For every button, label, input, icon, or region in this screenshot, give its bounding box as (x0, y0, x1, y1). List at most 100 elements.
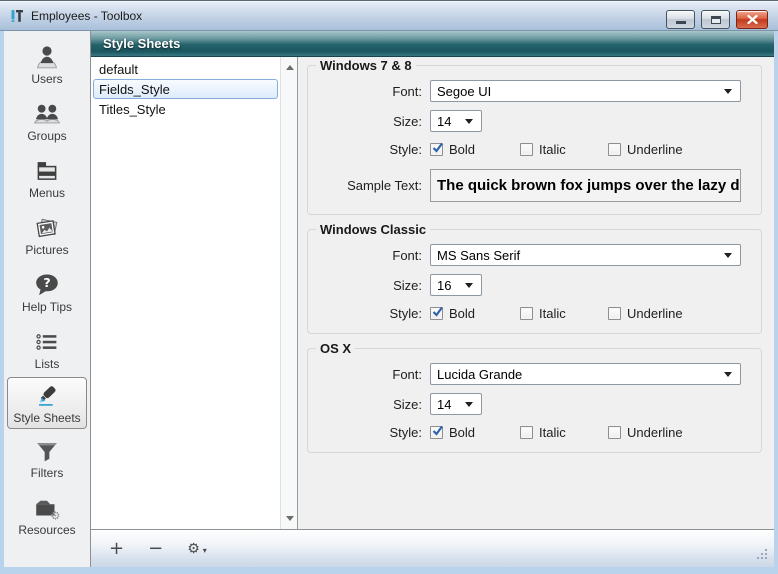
lists-icon (36, 333, 57, 350)
size-label: Size: (393, 277, 422, 293)
size-label: Size: (393, 113, 422, 129)
font-label: Font: (392, 366, 422, 382)
section-os-x: OS X Font: Lucida Grande Size: 14 Style:… (307, 341, 762, 453)
sidebar-item-label: Lists (34, 356, 60, 371)
menus-icon (37, 161, 57, 180)
sidebar-item-resources[interactable]: ⚙ Resources (6, 486, 88, 543)
sidebar-item-help-tips[interactable]: ? Help Tips (6, 263, 88, 320)
window-title: Employees - Toolbox (31, 8, 143, 23)
underline-checkbox[interactable]: Underline (608, 306, 683, 321)
scroll-down-icon (285, 516, 294, 525)
sidebar-item-pictures[interactable]: Pictures (6, 206, 88, 263)
font-label: Font: (392, 247, 422, 263)
style-label: Style: (389, 306, 422, 321)
section-title: OS X (316, 341, 356, 356)
minimize-icon (675, 21, 686, 24)
style-label: Style: (389, 142, 422, 157)
underline-checkbox[interactable]: Underline (608, 142, 683, 157)
bold-checkbox[interactable]: Bold (430, 425, 520, 440)
sidebar-item-label: Pictures (25, 242, 69, 257)
style-label: Style: (389, 425, 422, 440)
minimize-button[interactable] (666, 10, 695, 29)
chevron-down-icon (465, 401, 473, 411)
font-select[interactable]: Lucida Grande (430, 363, 741, 385)
help-tips-icon: ? (36, 274, 58, 295)
bold-checkbox[interactable]: Bold (430, 142, 520, 157)
svg-text:?: ? (43, 275, 50, 290)
panel-title: Style Sheets (103, 36, 181, 51)
app-window: Employees - Toolbox Users Groups Menus P… (0, 0, 778, 574)
sidebar-item-menus[interactable]: Menus (6, 149, 88, 206)
list-item-label: Titles_Style (99, 101, 166, 117)
resize-grip[interactable] (755, 547, 769, 561)
resources-icon: ⚙ (36, 500, 60, 522)
sidebar-item-label: Style Sheets (13, 411, 81, 425)
window-controls (666, 10, 768, 29)
italic-checkbox[interactable]: Italic (520, 142, 608, 157)
size-select[interactable]: 14 (430, 110, 482, 132)
font-label: Font: (392, 83, 422, 99)
maximize-icon (710, 15, 721, 24)
scroll-down-button[interactable] (281, 510, 298, 527)
font-select[interactable]: Segoe UI (430, 80, 741, 102)
sidebar-item-label: Resources (18, 522, 76, 537)
size-select[interactable]: 16 (430, 274, 482, 296)
chevron-down-icon (465, 282, 473, 292)
size-select[interactable]: 14 (430, 393, 482, 415)
sidebar-item-label: Users (31, 71, 63, 86)
list-item-default[interactable]: default (93, 59, 278, 79)
style-sheet-list-panel: default Fields_Style Titles_Style (91, 57, 298, 529)
main-panel: Style Sheets default Fields_Style Titles… (90, 31, 774, 567)
section-windows-classic: Windows Classic Font: MS Sans Serif Size… (307, 222, 762, 334)
chevron-down-icon (465, 118, 473, 128)
sidebar-item-label: Groups (27, 128, 67, 143)
checkmark-icon (432, 306, 443, 317)
list-item-titles-style[interactable]: Titles_Style (93, 99, 278, 119)
gear-icon: ⚙ (187, 540, 200, 557)
list-item-fields-style[interactable]: Fields_Style (93, 79, 278, 99)
list-scrollbar[interactable] (280, 57, 297, 529)
italic-checkbox[interactable]: Italic (520, 425, 608, 440)
section-title: Windows 7 & 8 (316, 58, 416, 73)
sidebar-item-style-sheets[interactable]: Style Sheets (7, 377, 87, 429)
close-icon (746, 15, 758, 24)
checkmark-icon (432, 425, 443, 436)
bold-checkbox[interactable]: Bold (430, 306, 520, 321)
underline-checkbox[interactable]: Underline (608, 425, 683, 440)
section-windows-7-8: Windows 7 & 8 Font: Segoe UI Size: 14 St… (307, 58, 762, 215)
chevron-down-icon (724, 371, 732, 381)
sidebar-item-users[interactable]: Users (6, 35, 88, 92)
groups-icon (33, 104, 61, 123)
users-icon (37, 45, 57, 68)
size-label: Size: (393, 396, 422, 412)
svg-text:⚙: ⚙ (50, 509, 60, 522)
caret-down-icon: ▾ (202, 545, 207, 555)
scroll-up-button[interactable] (281, 59, 298, 76)
sidebar-item-filters[interactable]: Filters (6, 429, 88, 486)
actions-menu-button[interactable]: ⚙ ▾ (187, 541, 207, 557)
sidebar-item-lists[interactable]: Lists (6, 320, 88, 377)
style-sheet-list: default Fields_Style Titles_Style (91, 58, 280, 529)
resize-grip-dots (755, 547, 757, 549)
toolbox-app-icon (9, 8, 25, 24)
sidebar-item-groups[interactable]: Groups (6, 92, 88, 149)
chevron-down-icon (724, 252, 732, 262)
titlebar[interactable]: Employees - Toolbox (0, 1, 778, 31)
settings-panel: Windows 7 & 8 Font: Segoe UI Size: 14 St… (299, 57, 774, 529)
section-title: Windows Classic (316, 222, 431, 237)
sidebar-item-label: Help Tips (21, 299, 73, 314)
sample-text-preview: The quick brown fox jumps over the lazy … (430, 169, 741, 202)
italic-checkbox[interactable]: Italic (520, 306, 608, 321)
add-style-sheet-button[interactable]: + (109, 539, 124, 558)
font-select[interactable]: MS Sans Serif (430, 244, 741, 266)
list-item-label: default (99, 61, 139, 77)
filters-icon (37, 442, 57, 461)
remove-style-sheet-button[interactable]: − (148, 539, 163, 558)
panel-header: Style Sheets (91, 31, 774, 57)
scroll-up-icon (285, 61, 294, 70)
pictures-icon (36, 218, 58, 237)
maximize-button[interactable] (701, 10, 730, 29)
checkmark-icon (432, 142, 443, 153)
sidebar-item-label: Menus (28, 185, 66, 200)
close-button[interactable] (736, 10, 768, 29)
